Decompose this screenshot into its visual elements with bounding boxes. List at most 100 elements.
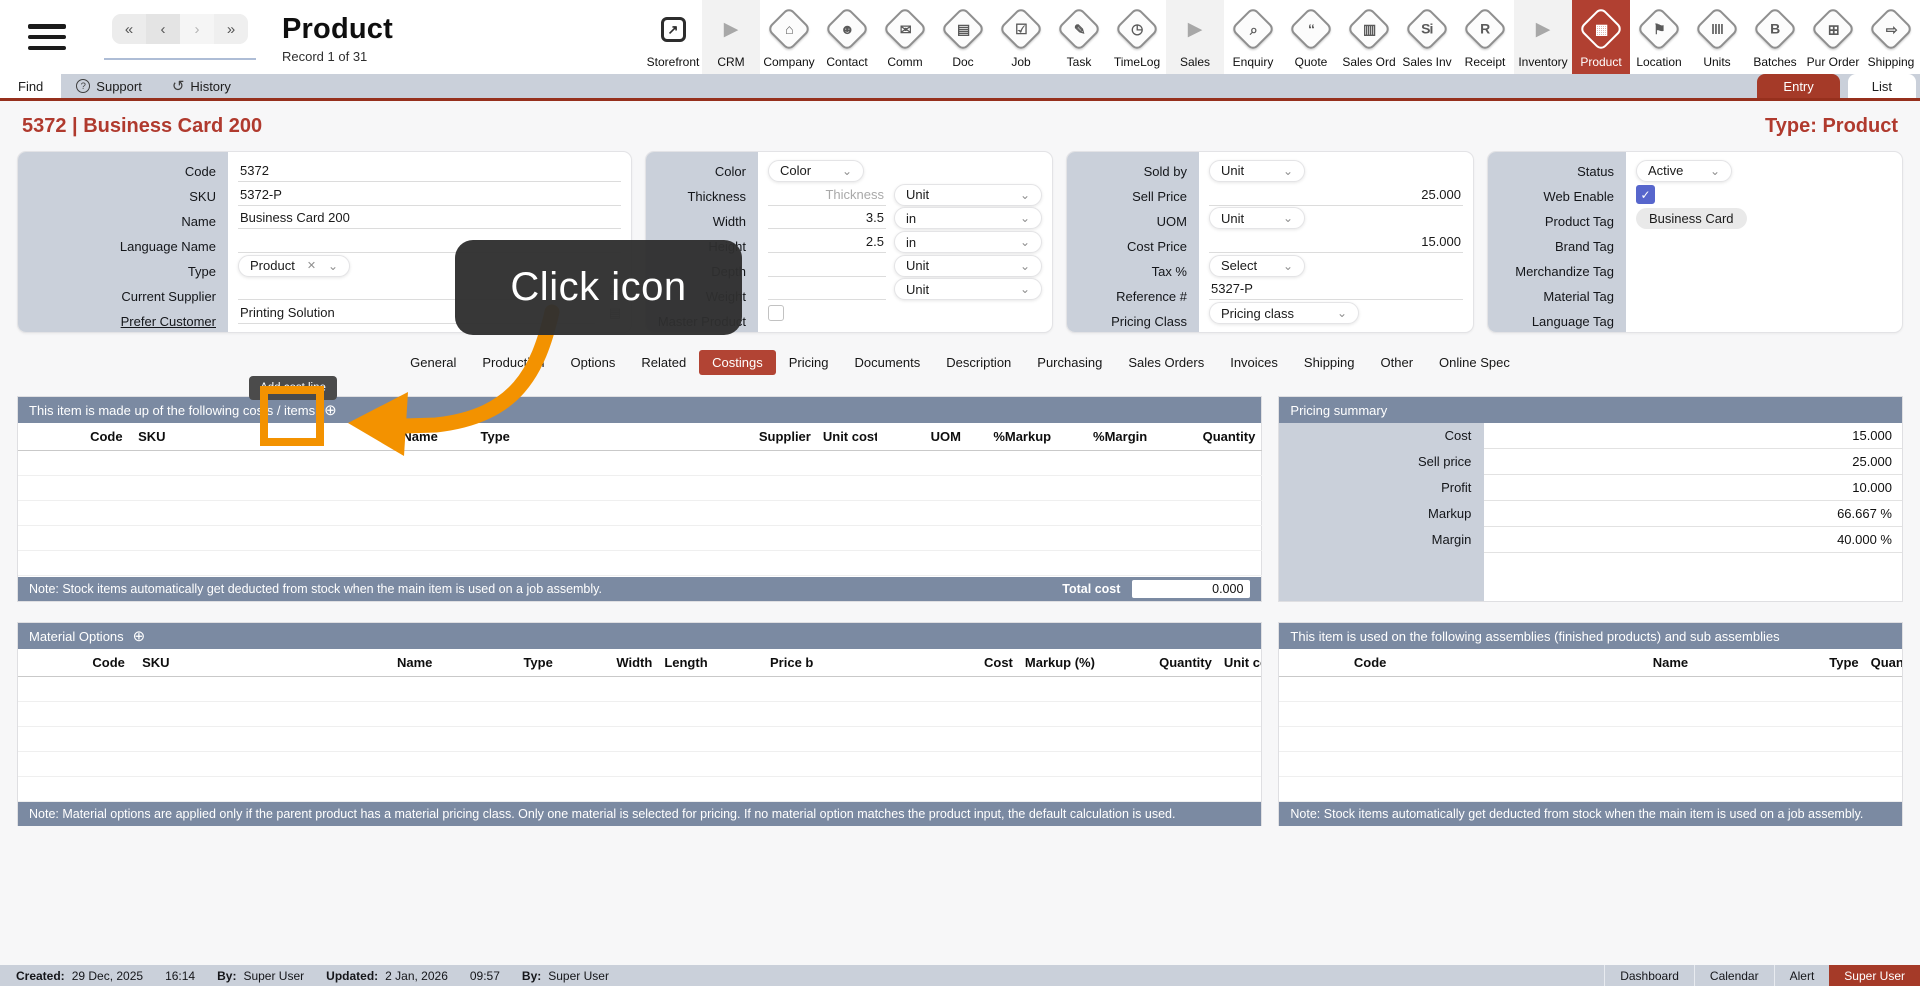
quote-item[interactable]: “ Quote <box>1282 0 1340 74</box>
tab-online-spec[interactable]: Online Spec <box>1426 350 1523 375</box>
table-row[interactable] <box>18 676 1262 702</box>
entry-tab[interactable]: Entry <box>1757 74 1840 98</box>
first-record-button[interactable]: « <box>112 14 146 44</box>
timelog-item[interactable]: ◷ TimeLog <box>1108 0 1166 74</box>
height-field[interactable]: 2.5 <box>768 231 886 254</box>
pricing-class-select[interactable]: Pricing class ⌄ <box>1209 302 1359 325</box>
crm-item[interactable]: ▶ CRM <box>702 0 760 74</box>
height-unit-select[interactable]: in ⌄ <box>894 231 1042 254</box>
prefer-customer-link[interactable]: Prefer Customer <box>18 309 228 332</box>
table-row[interactable] <box>18 525 1262 551</box>
tax-select[interactable]: Select ⌄ <box>1209 254 1305 277</box>
history-button[interactable]: ↺ History <box>157 74 246 98</box>
sales-inv-item[interactable]: Si Sales Inv <box>1398 0 1456 74</box>
shipping-item[interactable]: ⇨ Shipping <box>1862 0 1920 74</box>
product-item[interactable]: ▦ Product <box>1572 0 1630 74</box>
sold-by-select[interactable]: Unit ⌄ <box>1209 159 1305 182</box>
weight-unit-select[interactable]: Unit ⌄ <box>894 278 1042 301</box>
table-row[interactable] <box>18 450 1262 476</box>
prev-record-button[interactable]: ‹ <box>146 14 180 44</box>
calendar[interactable]: Calendar <box>1693 965 1774 986</box>
table-row[interactable] <box>1279 751 1902 777</box>
dashboard[interactable]: Dashboard <box>1604 965 1694 986</box>
batches-item[interactable]: B Batches <box>1746 0 1804 74</box>
add-material-option-icon[interactable]: ⊕ <box>133 629 146 644</box>
table-row[interactable] <box>1279 776 1902 802</box>
sales-item[interactable]: ▶ Sales <box>1166 0 1224 74</box>
comm-item[interactable]: ✉ Comm <box>876 0 934 74</box>
table-row[interactable] <box>1279 701 1902 727</box>
receipt-item[interactable]: R Receipt <box>1456 0 1514 74</box>
support-button[interactable]: ? Support <box>61 74 157 98</box>
location-item[interactable]: ⚑ Location <box>1630 0 1688 74</box>
supplier-lookup-icon[interactable]: ▤ <box>609 281 621 297</box>
tab-description[interactable]: Description <box>933 350 1024 375</box>
list-tab[interactable]: List <box>1847 74 1916 98</box>
code-field[interactable]: 5372 <box>238 160 621 182</box>
tab-purchasing[interactable]: Purchasing <box>1024 350 1115 375</box>
thickness-field[interactable]: Thickness <box>768 184 886 206</box>
storefront-item[interactable]: ↗ Storefront <box>644 0 702 74</box>
depth-field[interactable] <box>768 255 886 277</box>
table-row[interactable] <box>18 701 1262 727</box>
table-row[interactable] <box>18 475 1262 501</box>
tab-costings[interactable]: Costings <box>699 349 776 375</box>
name-field[interactable]: Business Card 200 <box>238 207 621 230</box>
cost-price-field[interactable]: 15.000 <box>1209 231 1463 254</box>
task-item[interactable]: ✎ Task <box>1050 0 1108 74</box>
sku-field[interactable]: 5372-P <box>238 184 621 206</box>
table-row[interactable] <box>1279 676 1902 702</box>
depth-unit-select[interactable]: Unit ⌄ <box>894 254 1042 277</box>
width-unit-select[interactable]: in ⌄ <box>894 207 1042 230</box>
color-select[interactable]: Color ⌄ <box>768 159 864 182</box>
next-record-button[interactable]: › <box>180 14 214 44</box>
units-item[interactable]: ‖‖ Units <box>1688 0 1746 74</box>
tab-invoices[interactable]: Invoices <box>1217 350 1291 375</box>
enquiry-item[interactable]: ⌕ Enquiry <box>1224 0 1282 74</box>
sales-ord-item[interactable]: ▥ Sales Ord <box>1340 0 1398 74</box>
sell-price-field[interactable]: 25.000 <box>1209 184 1463 206</box>
clear-icon[interactable]: ✕ <box>307 259 316 272</box>
current-supplier-field[interactable] <box>238 278 595 301</box>
table-row[interactable] <box>18 500 1262 526</box>
total-cost-field[interactable]: 0.000 <box>1132 580 1251 598</box>
tab-pricing[interactable]: Pricing <box>776 350 842 375</box>
tab-sales-orders[interactable]: Sales Orders <box>1115 350 1217 375</box>
tab-shipping[interactable]: Shipping <box>1291 350 1368 375</box>
inventory-item[interactable]: ▶ Inventory <box>1514 0 1572 74</box>
tab-production[interactable]: Production <box>469 350 557 375</box>
reference-field[interactable]: 5327-P <box>1209 278 1463 301</box>
tab-general[interactable]: General <box>397 350 469 375</box>
alert[interactable]: Alert <box>1773 965 1830 986</box>
uom-select[interactable]: Unit ⌄ <box>1209 207 1305 230</box>
add-cost-line-icon[interactable]: ⊕ <box>324 403 337 418</box>
thickness-unit-select[interactable]: Unit ⌄ <box>894 183 1042 206</box>
table-row[interactable] <box>18 751 1262 777</box>
status-select[interactable]: Active ⌄ <box>1636 159 1732 182</box>
type-select[interactable]: Product ✕ ⌄ <box>238 254 351 277</box>
tab-options[interactable]: Options <box>558 350 629 375</box>
product-tag-chip[interactable]: Business Card <box>1636 207 1747 229</box>
prefer-customer-field[interactable]: Printing Solution <box>238 302 595 325</box>
table-row[interactable] <box>1279 726 1902 752</box>
language-name-field[interactable] <box>238 231 621 254</box>
tab-related[interactable]: Related <box>628 350 699 375</box>
job-item[interactable]: ☑ Job <box>992 0 1050 74</box>
table-row[interactable] <box>18 726 1262 752</box>
weight-field[interactable] <box>768 278 886 301</box>
last-record-button[interactable]: » <box>214 14 248 44</box>
contact-item[interactable]: ☻ Contact <box>818 0 876 74</box>
menu-icon[interactable] <box>28 24 66 50</box>
table-row[interactable] <box>18 776 1262 802</box>
web-enable-checkbox[interactable]: ✓ <box>1636 185 1655 205</box>
find-button[interactable]: Find <box>0 74 62 98</box>
table-row[interactable] <box>18 550 1262 576</box>
doc-item[interactable]: ▤ Doc <box>934 0 992 74</box>
company-item[interactable]: ⌂ Company <box>760 0 818 74</box>
tab-documents[interactable]: Documents <box>842 350 934 375</box>
width-field[interactable]: 3.5 <box>768 207 886 230</box>
customer-lookup-icon[interactable]: ▤ <box>609 305 621 321</box>
pur-order-item[interactable]: ⊞ Pur Order <box>1804 0 1862 74</box>
tab-other[interactable]: Other <box>1368 350 1427 375</box>
master-product-checkbox[interactable] <box>768 305 784 322</box>
